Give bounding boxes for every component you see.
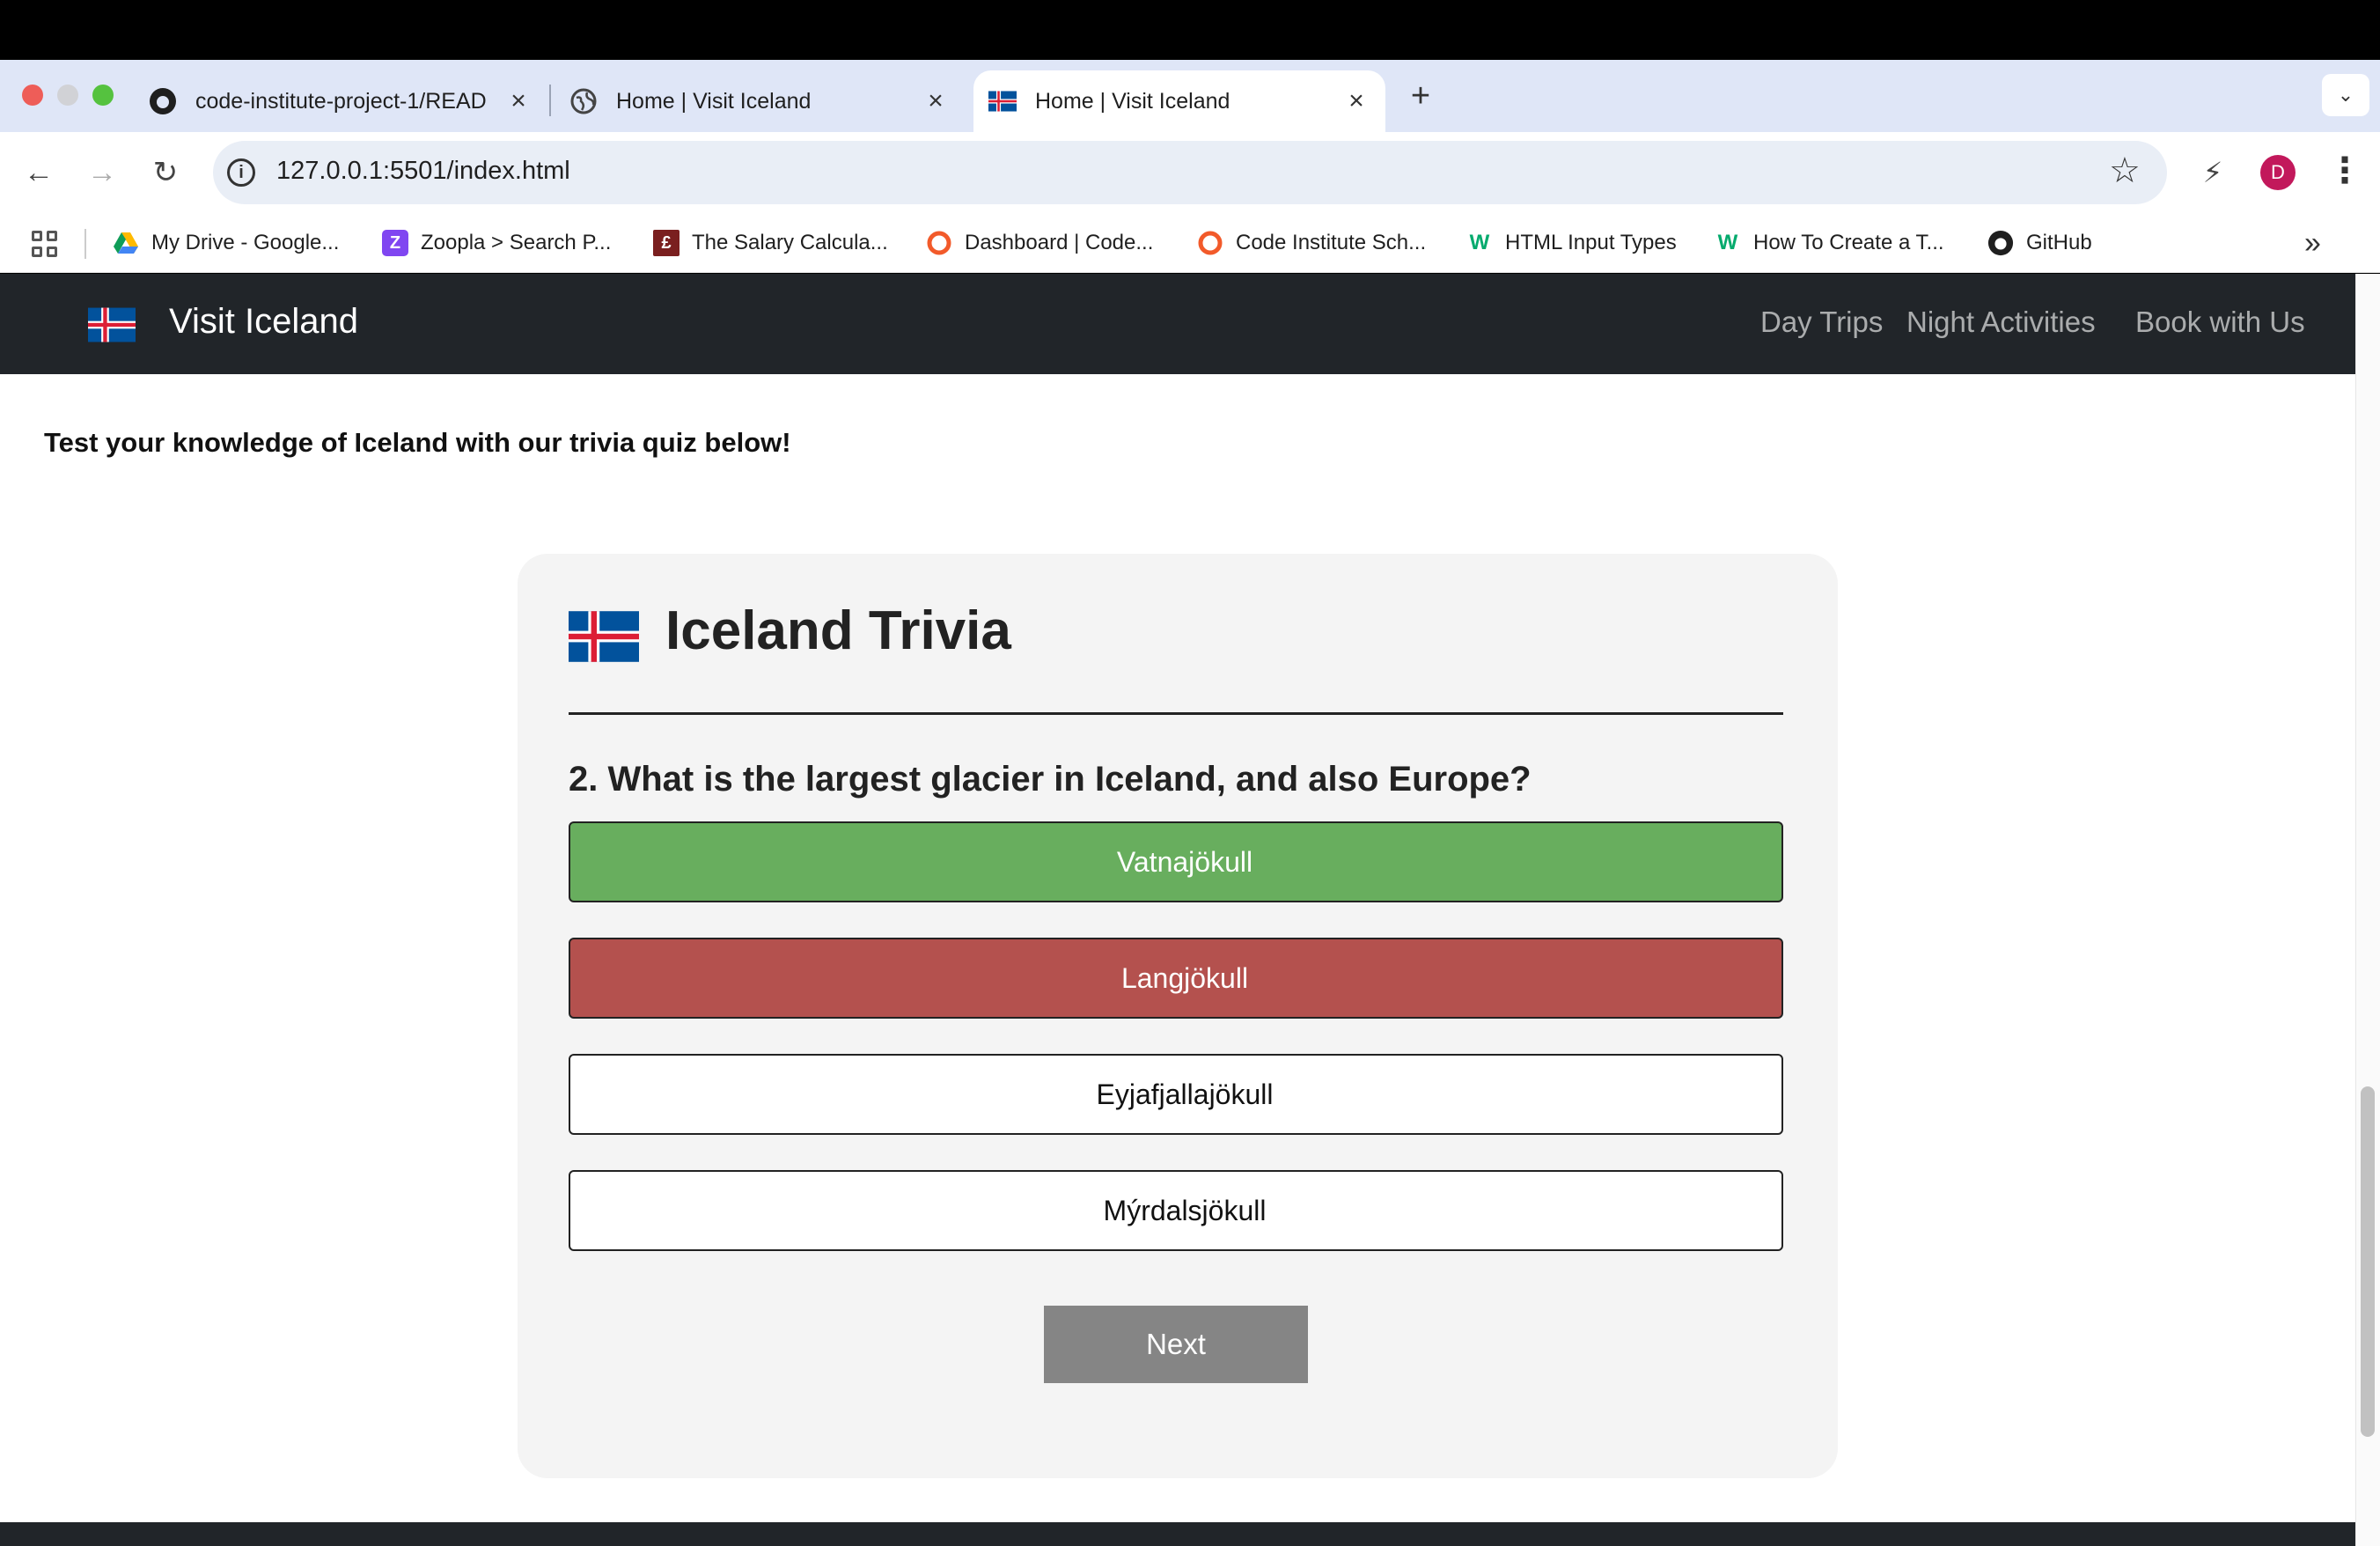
quiz-question: 2. What is the largest glacier in Icelan… xyxy=(569,760,1532,799)
github-icon xyxy=(148,86,178,116)
screen-top-strip xyxy=(0,0,2380,60)
w3schools-icon: W xyxy=(1717,231,1738,254)
nav-day-trips[interactable]: Day Trips xyxy=(1760,306,1883,339)
browser-window: code-institute-project-1/README × Home |… xyxy=(0,0,2380,1546)
github-icon xyxy=(1987,230,2014,256)
bookmark-label: Dashboard | Code... xyxy=(965,231,1154,254)
tab-title: Home | Visit Iceland xyxy=(616,88,812,114)
pound-icon: £ xyxy=(653,230,679,256)
bookmark-code-dashboard[interactable]: Dashboard | Code... xyxy=(926,225,1153,261)
page-viewport: Visit Iceland Day Trips Night Activities… xyxy=(0,274,2355,1546)
site-brand[interactable]: Visit Iceland xyxy=(169,302,358,342)
apps-grid-icon[interactable] xyxy=(32,231,58,257)
bookmark-label: The Salary Calcula... xyxy=(692,231,888,254)
zoopla-icon: Z xyxy=(382,230,408,256)
site-info-icon[interactable]: i xyxy=(227,158,255,187)
bookmark-label: Code Institute Sch... xyxy=(1236,231,1427,254)
bookmarks-divider xyxy=(84,229,86,259)
iceland-flag-icon xyxy=(988,86,1017,116)
reload-icon[interactable]: ↻ xyxy=(148,155,183,190)
extension-icon[interactable]: ⚡ xyxy=(2195,155,2230,190)
bookmark-github[interactable]: GitHub xyxy=(1987,225,2092,261)
next-button[interactable]: Next xyxy=(1044,1306,1308,1383)
quiz-card: Iceland Trivia 2. What is the largest gl… xyxy=(518,554,1838,1478)
bookmark-my-drive[interactable]: My Drive - Google... xyxy=(113,225,339,261)
answer-button[interactable]: Mýrdalsjökull xyxy=(569,1170,1783,1251)
code-institute-icon xyxy=(926,230,952,256)
answer-button-wrong[interactable]: Langjökull xyxy=(569,938,1783,1019)
close-window-button[interactable] xyxy=(22,85,43,106)
bookmark-label: Zoopla > Search P... xyxy=(421,231,612,254)
iceland-flag-icon xyxy=(569,610,639,667)
bookmark-zoopla[interactable]: Z Zoopla > Search P... xyxy=(382,225,611,261)
close-tab-icon[interactable]: × xyxy=(921,86,951,116)
code-institute-icon xyxy=(1197,230,1223,256)
scrollbar-thumb[interactable] xyxy=(2361,1086,2375,1437)
more-bookmarks-chevron-icon[interactable]: » xyxy=(2304,225,2321,261)
close-tab-icon[interactable]: × xyxy=(1341,86,1371,116)
profile-avatar[interactable]: D xyxy=(2260,155,2296,190)
back-arrow-icon[interactable]: ← xyxy=(21,155,56,190)
more-menu-icon[interactable]: ⋮ xyxy=(2327,153,2362,192)
tab-github-readme[interactable]: code-institute-project-1/README × xyxy=(148,70,535,132)
tab-visit-iceland-1[interactable]: Home | Visit Iceland × xyxy=(569,70,956,132)
quiz-title: Iceland Trivia xyxy=(665,600,1011,661)
tab-divider xyxy=(549,85,551,116)
bookmark-code-institute-school[interactable]: Code Institute Sch... xyxy=(1197,225,1426,261)
w3schools-icon: W xyxy=(1469,231,1490,254)
google-drive-icon xyxy=(113,230,139,256)
iceland-flag-icon[interactable] xyxy=(88,307,136,347)
close-tab-icon[interactable]: × xyxy=(503,86,533,116)
nav-night-activities[interactable]: Night Activities xyxy=(1906,306,2096,339)
maximize-window-button[interactable] xyxy=(92,85,114,106)
url-text[interactable]: 127.0.0.1:5501/index.html xyxy=(276,157,570,186)
answer-button-correct[interactable]: Vatnajökull xyxy=(569,821,1783,902)
answer-button[interactable]: Eyjafjallajökull xyxy=(569,1054,1783,1135)
new-tab-button[interactable]: + xyxy=(1403,79,1438,114)
bookmark-label: My Drive - Google... xyxy=(151,231,340,254)
tab-title: Home | Visit Iceland xyxy=(1035,88,1230,114)
site-footer xyxy=(0,1522,2355,1546)
bookmark-salary-calculator[interactable]: £ The Salary Calcula... xyxy=(653,225,888,261)
forward-arrow-icon[interactable]: → xyxy=(84,155,120,190)
bookmark-star-icon[interactable]: ☆ xyxy=(2109,153,2141,188)
tab-title: code-institute-project-1/README xyxy=(195,88,486,114)
tab-visit-iceland-active[interactable]: Home | Visit Iceland × xyxy=(973,70,1385,132)
minimize-window-button[interactable] xyxy=(57,85,78,106)
bookmark-label: How To Create a T... xyxy=(1753,231,1944,254)
bookmark-html-input-types[interactable]: W HTML Input Types xyxy=(1466,225,1677,261)
globe-icon xyxy=(569,86,599,116)
tab-search-chevron-icon[interactable]: ⌄ xyxy=(2322,74,2369,116)
quiz-intro-text: Test your knowledge of Iceland with our … xyxy=(44,427,791,458)
quiz-divider xyxy=(569,712,1783,715)
bookmark-how-to-create[interactable]: W How To Create a T... xyxy=(1715,225,1944,261)
site-navbar: Visit Iceland Day Trips Night Activities… xyxy=(0,274,2355,374)
bookmark-label: HTML Input Types xyxy=(1505,231,1677,254)
nav-book-with-us[interactable]: Book with Us xyxy=(2135,306,2305,339)
bookmark-label: GitHub xyxy=(2026,231,2092,254)
